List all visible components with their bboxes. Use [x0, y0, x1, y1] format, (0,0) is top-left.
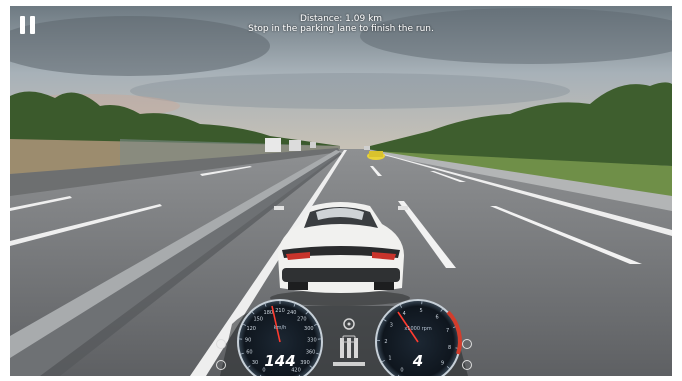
speed-unit: km/h [273, 325, 287, 331]
rpm-value: 4 [412, 352, 424, 370]
speed-tick-label: 240 [287, 310, 297, 316]
speed-tick-label: 360 [306, 349, 316, 355]
rpm-tick-label: 6 [436, 314, 439, 320]
truck [265, 138, 281, 152]
speed-tick-label: 330 [307, 338, 317, 344]
rpm-tick-label: 1 [388, 356, 391, 362]
abs-icon [462, 360, 472, 370]
speed-tick-label: 60 [246, 349, 252, 355]
speed-tick-label: 150 [253, 317, 263, 323]
cloud [130, 73, 570, 109]
pause-icon [20, 16, 25, 34]
truck [310, 142, 316, 148]
distance-readout: Distance: 1.09 km [299, 14, 383, 24]
rpm-tick-label: 7 [446, 328, 449, 334]
truck [289, 140, 301, 151]
car-distant [364, 146, 370, 150]
speed-tick-label: 300 [304, 326, 314, 332]
speed-tick-label: 270 [297, 317, 307, 323]
mission-instruction: Stop in the parking lane to finish the r… [248, 24, 434, 34]
rpm-unit: x1000 rpm [404, 326, 432, 332]
pause-button[interactable] [20, 16, 36, 34]
speed-tick-label: 180 [264, 310, 274, 316]
speed-tick-label: 120 [246, 326, 256, 332]
highway-scene: 0306090120150180 210 240270300330360390420… [10, 6, 672, 376]
headlight-icon [216, 339, 226, 349]
rpm-tick-label: 5 [420, 308, 423, 314]
rpm-tick-label: 2 [384, 339, 387, 345]
game-viewport[interactable]: 0 30 60 90 120 150 180 210 240 270 300 330 360 390 420… [10, 6, 672, 376]
rpm-tick-label: 4 [403, 311, 406, 317]
speed-tick-label: 90 [245, 338, 251, 344]
rpm-tick-label: 8 [448, 345, 451, 351]
speed-value: 144 [264, 352, 296, 370]
yellow-car-body [369, 151, 383, 157]
traction-icon [462, 339, 472, 349]
speed-tick-label: 210 [275, 308, 285, 314]
handbrake-icon [216, 360, 226, 370]
